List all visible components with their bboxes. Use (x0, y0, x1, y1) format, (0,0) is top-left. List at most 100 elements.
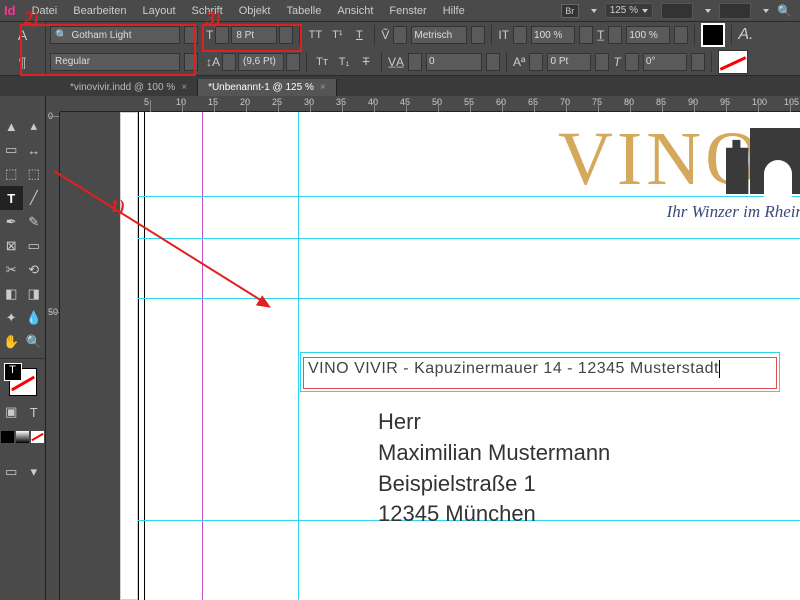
recipient-address-block[interactable]: Herr Maximilian Mustermann Beispielstraß… (378, 407, 610, 530)
view-mode-button[interactable]: ▭ (0, 460, 23, 484)
column-guide[interactable] (298, 112, 299, 600)
font-style-dropdown[interactable] (184, 53, 198, 71)
menu-bearbeiten[interactable]: Bearbeiten (65, 5, 134, 17)
menu-ansicht[interactable]: Ansicht (329, 5, 381, 17)
note-tool[interactable]: ✦ (0, 306, 23, 330)
kerning-field[interactable]: Metrisch (411, 26, 467, 44)
vertical-ruler[interactable]: 050 (46, 112, 60, 600)
selection-tool[interactable]: ▲ (0, 114, 23, 138)
horizontal-guide[interactable] (138, 238, 800, 239)
apply-text-button[interactable]: T (23, 400, 46, 424)
vscale-field[interactable]: 100 % (531, 26, 575, 44)
type-tool[interactable]: T (0, 186, 23, 210)
rect-tool[interactable]: ▭ (23, 234, 46, 258)
language-swatch[interactable] (718, 50, 748, 74)
close-icon[interactable]: × (181, 82, 187, 93)
bridge-dropdown-icon[interactable] (591, 9, 597, 13)
tracking-dropdown[interactable] (486, 53, 500, 71)
apply-container-button[interactable]: ▣ (0, 400, 23, 424)
menu-tabelle[interactable]: Tabelle (278, 5, 329, 17)
underline-button[interactable]: T (350, 26, 368, 44)
page-tool[interactable]: ▭ (0, 138, 23, 162)
subscript-button[interactable]: T₁ (335, 53, 353, 71)
text-cursor (719, 360, 720, 378)
font-family-dropdown[interactable] (184, 26, 198, 44)
address-city: 12345 München (378, 499, 610, 530)
line-tool[interactable]: ╱ (23, 186, 46, 210)
transform-tool[interactable]: ⟲ (23, 258, 46, 282)
hscale-icon: T̲ (597, 28, 604, 42)
menu-objekt[interactable]: Objekt (231, 5, 279, 17)
skew-spinner[interactable] (625, 53, 639, 71)
leading-field[interactable]: (9,6 Pt) (238, 53, 284, 71)
screen-mode-dropdown-icon[interactable] (705, 9, 711, 13)
menu-hilfe[interactable]: Hilfe (435, 5, 473, 17)
horizontal-ruler[interactable]: 5101520253035404550556065707580859095100… (60, 96, 800, 112)
annotation-label-3: 3) (206, 8, 221, 29)
hand-tool[interactable]: ✋ (0, 330, 23, 354)
gradient-swatch-tool[interactable]: ◧ (0, 282, 23, 306)
search-icon[interactable]: 🔍 (777, 4, 792, 18)
rect-frame-tool[interactable]: ⊠ (0, 234, 23, 258)
direct-selection-tool[interactable]: ▴ (23, 114, 46, 138)
hscale-field[interactable]: 100 % (626, 26, 670, 44)
allcaps-button[interactable]: TT (306, 26, 324, 44)
arrange-button[interactable] (719, 3, 751, 19)
vscale-spinner[interactable] (513, 26, 527, 44)
eyedropper-tool[interactable]: 💧 (23, 306, 46, 330)
bridge-icon[interactable]: Br (561, 4, 579, 18)
leading-spinner[interactable] (222, 53, 236, 71)
tab-unbenannt[interactable]: *Unbenannt-1 @ 125 %× (198, 79, 337, 96)
font-family-field[interactable]: 🔍Gotham Light (50, 26, 180, 44)
baseline-dropdown[interactable] (595, 53, 609, 71)
zoom-tool[interactable]: 🔍 (23, 330, 46, 354)
leading-dropdown[interactable] (286, 53, 300, 71)
menu-fenster[interactable]: Fenster (381, 5, 434, 17)
font-size-field[interactable]: 8 Pt (231, 26, 277, 44)
baseline-spinner[interactable] (529, 53, 543, 71)
apply-color-button[interactable] (1, 431, 14, 443)
zoom-level-select[interactable]: 125 % (605, 3, 653, 18)
tracking-field[interactable]: 0 (426, 53, 482, 71)
hscale-dropdown[interactable] (674, 26, 688, 44)
content-placer-tool[interactable]: ⬚ (23, 162, 46, 186)
kerning-dropdown[interactable] (471, 26, 485, 44)
paragraph-mode-icon[interactable]: ¶ (19, 54, 27, 70)
pencil-tool[interactable]: ✎ (23, 210, 46, 234)
kerning-spinner[interactable] (393, 26, 407, 44)
strikethrough-button[interactable]: T (357, 53, 375, 71)
tracking-spinner[interactable] (408, 53, 422, 71)
font-style-field[interactable]: Regular (50, 53, 180, 71)
baseline-field[interactable]: 0 Pt (547, 53, 591, 71)
superscript-button[interactable]: T¹ (328, 26, 346, 44)
font-size-dropdown[interactable] (279, 26, 293, 44)
skew-field[interactable]: 0° (643, 53, 687, 71)
scissors-tool[interactable]: ✂ (0, 258, 23, 282)
document-canvas[interactable]: VINO Ihr Winzer im Rhein Herr Maximilian… (60, 112, 800, 600)
apply-none-button[interactable] (31, 431, 44, 443)
horizontal-guide[interactable] (138, 298, 800, 299)
left-margin-guide[interactable] (202, 112, 203, 600)
arrange-dropdown-icon[interactable] (763, 9, 769, 13)
vscale-dropdown[interactable] (579, 26, 593, 44)
menu-layout[interactable]: Layout (134, 5, 183, 17)
skew-dropdown[interactable] (691, 53, 705, 71)
content-collector-tool[interactable]: ⬚ (0, 162, 23, 186)
fill-swatch[interactable] (701, 23, 725, 47)
hscale-spinner[interactable] (608, 26, 622, 44)
apply-gradient-button[interactable] (16, 431, 29, 443)
gradient-feather-tool[interactable]: ◨ (23, 282, 46, 306)
sender-line-text[interactable]: VINO VIVIR - Kapuzinermauer 14 - 12345 M… (308, 360, 719, 377)
fill-stroke-swatch[interactable]: T (9, 368, 37, 396)
gap-tool[interactable]: ↔ (23, 138, 46, 162)
charstyle-icon[interactable]: A. (738, 26, 753, 44)
screen-mode-button[interactable] (661, 3, 693, 19)
pen-tool[interactable]: ✒ (0, 210, 23, 234)
smallcaps-button[interactable]: Tᴛ (313, 53, 331, 71)
view-mode-dropdown[interactable]: ▾ (23, 460, 46, 484)
character-mode-icon[interactable]: A (18, 27, 27, 43)
sender-text-frame[interactable]: VINO VIVIR - Kapuzinermauer 14 - 12345 M… (300, 352, 780, 392)
tab-vinovivir[interactable]: *vinovivir.indd @ 100 %× (60, 79, 198, 96)
close-icon[interactable]: × (320, 82, 326, 93)
app-logo-icon: Id (4, 3, 16, 18)
